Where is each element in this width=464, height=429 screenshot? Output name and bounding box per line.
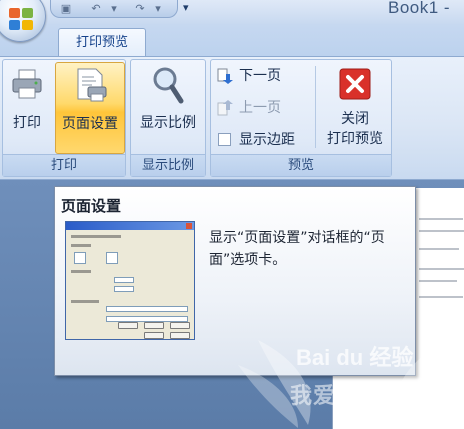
show-margins-checkbox[interactable]: 显示边距 <box>215 130 315 150</box>
ribbon-tab-strip: 打印预览 <box>0 24 464 57</box>
show-margins-label: 显示边距 <box>239 132 295 148</box>
thumbnail-field <box>114 277 134 283</box>
page-text-line <box>419 268 464 270</box>
thumbnail-field <box>114 286 134 292</box>
thumbnail-text <box>71 270 91 273</box>
undo-icon[interactable]: ↶ <box>89 2 103 15</box>
thumbnail-tabs <box>71 235 121 238</box>
group-print-label: 打印 <box>3 154 125 176</box>
tooltip-description: 显示“页面设置”对话框的“页面”选项卡。 <box>209 230 385 268</box>
close-print-preview-button[interactable]: 关闭 打印预览 <box>319 62 391 154</box>
magnifier-icon <box>153 67 184 104</box>
thumbnail-button <box>118 322 138 329</box>
customize-quick-access-icon[interactable]: ▾ <box>183 1 189 14</box>
thumbnail-titlebar <box>66 222 194 230</box>
print-button-label: 打印 <box>13 115 41 131</box>
zoom-button[interactable]: 显示比例 <box>133 62 203 154</box>
previous-page-icon <box>217 100 233 116</box>
thumbnail-button <box>144 332 164 339</box>
chevron-down-icon[interactable]: ▾ <box>107 2 121 15</box>
page-text-line <box>419 218 463 220</box>
office-logo-icon <box>9 8 33 30</box>
close-label-line1: 关闭 <box>341 111 369 127</box>
thumbnail-field <box>106 306 188 312</box>
page-text-line <box>419 248 459 250</box>
next-page-icon <box>217 68 233 84</box>
thumbnail-text <box>71 244 91 247</box>
ribbon: 打印 页面设置 打印 显示比例 显示比例 下一页 上一页 显示边距 关闭 打印预… <box>0 56 464 180</box>
quick-access-toolbar: ▣ ↶ ▾ ↷ ▾ <box>50 0 178 18</box>
save-icon[interactable]: ▣ <box>59 2 73 15</box>
title-bar: ▣ ↶ ▾ ↷ ▾ ▾ Book1 - <box>0 0 464 24</box>
page-setup-button[interactable]: 页面设置 <box>55 62 125 154</box>
thumbnail-button <box>144 322 164 329</box>
thumbnail-button <box>170 322 190 329</box>
next-page-button[interactable]: 下一页 <box>215 66 311 86</box>
page-text-line <box>419 230 464 232</box>
printer-icon <box>12 69 42 99</box>
page-text-line <box>419 280 457 282</box>
print-button[interactable]: 打印 <box>5 62 49 154</box>
group-preview: 下一页 上一页 显示边距 关闭 打印预览 预览 <box>210 59 392 177</box>
next-page-label: 下一页 <box>239 68 281 84</box>
group-print: 打印 页面设置 打印 <box>2 59 126 177</box>
tab-print-preview[interactable]: 打印预览 <box>58 28 146 57</box>
group-preview-label: 预览 <box>211 154 391 176</box>
redo-icon[interactable]: ↷ <box>133 2 147 15</box>
close-icon <box>339 68 371 100</box>
separator <box>315 66 316 148</box>
group-zoom: 显示比例 显示比例 <box>130 59 206 177</box>
thumbnail-text <box>71 300 99 303</box>
chevron-down-icon[interactable]: ▾ <box>151 2 165 15</box>
previous-page-label: 上一页 <box>239 100 281 116</box>
tooltip-title: 页面设置 <box>61 197 122 215</box>
close-label-line2: 打印预览 <box>327 131 383 147</box>
thumbnail-close-icon <box>186 223 192 229</box>
previous-page-button[interactable]: 上一页 <box>215 98 311 118</box>
thumbnail-landscape-icon <box>106 252 118 264</box>
thumbnail-button <box>170 332 190 339</box>
page-setup-tooltip: 页面设置 显示“页面设置”对话框的“页面”选项卡。 <box>54 186 416 376</box>
page-setup-icon <box>77 68 107 102</box>
page-setup-button-label: 页面设置 <box>62 116 118 132</box>
group-zoom-label: 显示比例 <box>131 154 205 176</box>
window-title: Book1 - <box>388 0 451 17</box>
thumbnail-portrait-icon <box>74 252 86 264</box>
checkbox-icon[interactable] <box>218 133 231 146</box>
page-setup-dialog-thumbnail <box>65 221 195 340</box>
zoom-button-label: 显示比例 <box>140 115 196 131</box>
page-text-line <box>419 296 463 298</box>
